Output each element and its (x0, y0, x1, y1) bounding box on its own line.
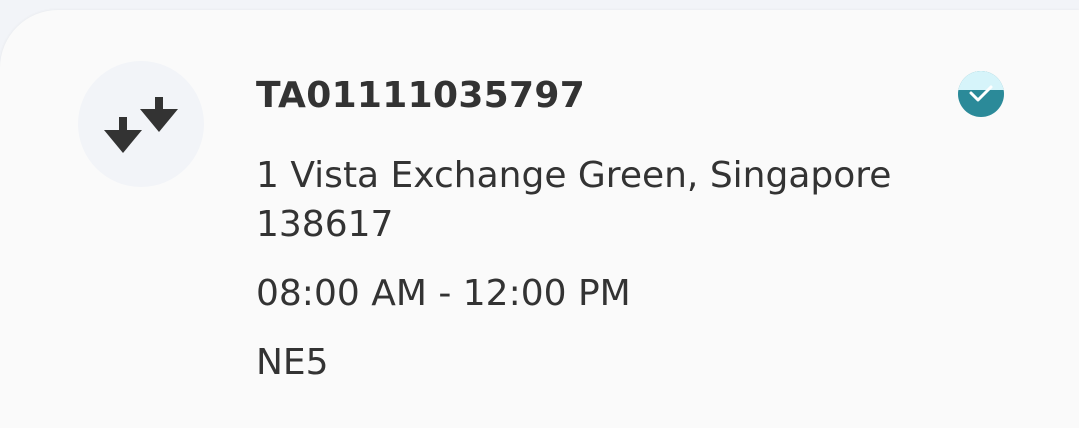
delivery-address: 1 Vista Exchange Green, Singapore 138617 (256, 155, 892, 245)
task-type-avatar (78, 61, 204, 187)
time-window: 08:00 AM - 12:00 PM (256, 273, 631, 314)
check-circle-icon[interactable] (958, 71, 1004, 117)
double-down-arrows-icon (104, 97, 178, 153)
zone-code: NE5 (256, 342, 329, 383)
task-card[interactable]: TA01111035797 1 Vista Exchange Green, Si… (0, 10, 1079, 428)
tracking-id: TA01111035797 (256, 75, 586, 116)
